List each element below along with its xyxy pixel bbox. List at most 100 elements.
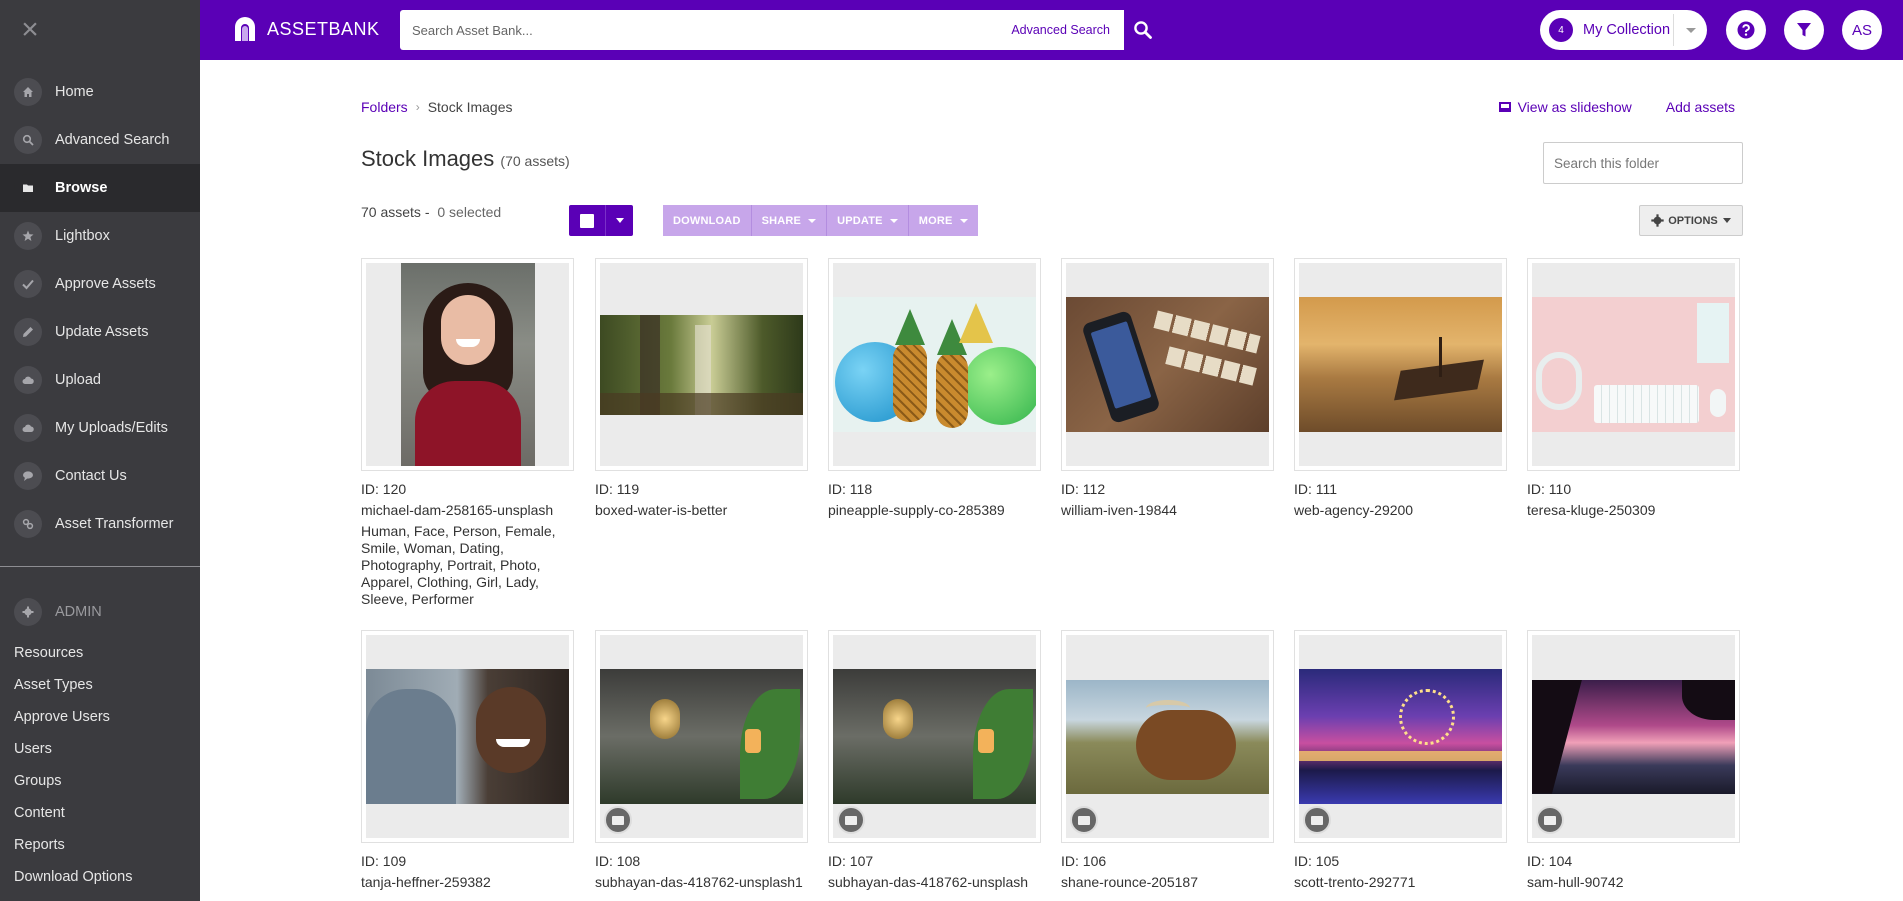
share-button[interactable]: SHARE bbox=[751, 205, 828, 236]
update-button[interactable]: UPDATE bbox=[827, 205, 909, 236]
asset-thumbnail[interactable] bbox=[1294, 630, 1507, 843]
asset-card: ID: 120 michael-dam-258165-unsplash Huma… bbox=[361, 258, 574, 608]
video-icon bbox=[604, 806, 632, 834]
asset-filename[interactable]: tanja-heffner-259382 bbox=[361, 874, 574, 891]
more-label: MORE bbox=[918, 214, 953, 227]
video-icon bbox=[1303, 806, 1331, 834]
asset-thumbnail[interactable] bbox=[1294, 258, 1507, 471]
asset-thumbnail[interactable] bbox=[1527, 258, 1740, 471]
asset-filename[interactable]: web-agency-29200 bbox=[1294, 502, 1507, 519]
slideshow-icon bbox=[1498, 102, 1511, 112]
asset-filename[interactable]: subhayan-das-418762-unsplash bbox=[828, 874, 1041, 891]
asset-thumbnail[interactable] bbox=[828, 258, 1041, 471]
asset-id: ID: 111 bbox=[1294, 481, 1338, 497]
asset-id: ID: 110 bbox=[1527, 481, 1572, 497]
asset-id: ID: 105 bbox=[1294, 853, 1340, 869]
more-button[interactable]: MORE bbox=[908, 205, 978, 236]
help-button[interactable] bbox=[1726, 10, 1766, 50]
sidebar-item-asset-transformer[interactable]: Asset Transformer bbox=[0, 500, 200, 548]
add-assets-link[interactable]: Add assets bbox=[1666, 99, 1735, 115]
asset-filename[interactable]: michael-dam-258165-unsplash bbox=[361, 502, 574, 519]
folder-search-input[interactable] bbox=[1544, 144, 1731, 182]
asset-thumbnail[interactable] bbox=[595, 630, 808, 843]
asset-thumbnail[interactable] bbox=[361, 630, 574, 843]
my-collection-button[interactable]: 4 My Collection bbox=[1540, 10, 1707, 50]
sidebar-item-update-assets[interactable]: Update Assets bbox=[0, 308, 200, 356]
sidebar-item-home[interactable]: Home bbox=[0, 68, 200, 116]
sidebar-item-upload[interactable]: Upload bbox=[0, 356, 200, 404]
select-options-dropdown[interactable] bbox=[605, 205, 633, 236]
admin-link-users[interactable]: Users bbox=[14, 736, 133, 768]
breadcrumb-folders-link[interactable]: Folders bbox=[361, 99, 408, 115]
asset-thumbnail[interactable] bbox=[1527, 630, 1740, 843]
admin-link-asset-types[interactable]: Asset Types bbox=[14, 672, 133, 704]
asset-filename[interactable]: sam-hull-90742 bbox=[1527, 874, 1740, 891]
sidebar-item-lightbox[interactable]: Lightbox bbox=[0, 212, 200, 260]
asset-id: ID: 118 bbox=[828, 481, 873, 497]
search-submit-button[interactable] bbox=[1124, 10, 1162, 50]
sidebar: × Home Advanced Search Browse Lightbox A… bbox=[0, 0, 200, 901]
asset-card: ID: 112 william-iven-19844 bbox=[1061, 258, 1274, 519]
sidebar-item-label: Approve Assets bbox=[55, 276, 156, 292]
user-avatar-button[interactable]: AS bbox=[1842, 10, 1882, 50]
sidebar-item-contact-us[interactable]: Contact Us bbox=[0, 452, 200, 500]
chat-icon bbox=[14, 462, 42, 490]
view-slideshow-link[interactable]: View as slideshow bbox=[1498, 99, 1632, 115]
asset-id: ID: 120 bbox=[361, 481, 407, 497]
asset-tags: Human, Face, Person, Female, Smile, Woma… bbox=[361, 523, 556, 607]
chevron-down-icon bbox=[808, 218, 817, 223]
advanced-search-link[interactable]: Advanced Search bbox=[1011, 23, 1110, 37]
help-icon bbox=[1737, 21, 1755, 39]
asset-thumbnail[interactable] bbox=[1061, 258, 1274, 471]
assetbank-logo-icon bbox=[235, 17, 255, 41]
select-all-checkbox[interactable] bbox=[569, 205, 605, 236]
asset-filename[interactable]: william-iven-19844 bbox=[1061, 502, 1274, 519]
folder-asset-count: (70 assets) bbox=[500, 153, 570, 169]
admin-title: ADMIN bbox=[55, 604, 102, 620]
pencil-icon bbox=[14, 318, 42, 346]
asset-card: ID: 107 subhayan-das-418762-unsplash bbox=[828, 630, 1041, 891]
collection-count-badge: 4 bbox=[1549, 18, 1573, 42]
admin-link-approve-users[interactable]: Approve Users bbox=[14, 704, 133, 736]
admin-link-groups[interactable]: Groups bbox=[14, 768, 133, 800]
options-label: OPTIONS bbox=[1668, 214, 1718, 227]
options-button[interactable]: OPTIONS bbox=[1639, 205, 1743, 236]
asset-id: ID: 106 bbox=[1061, 853, 1107, 869]
asset-thumbnail[interactable] bbox=[1061, 630, 1274, 843]
asset-thumbnail[interactable] bbox=[361, 258, 574, 471]
asset-filename[interactable]: scott-trento-292771 bbox=[1294, 874, 1507, 891]
gear-icon bbox=[14, 598, 42, 626]
download-button[interactable]: DOWNLOAD bbox=[663, 205, 752, 236]
admin-link-content[interactable]: Content bbox=[14, 800, 133, 832]
asset-thumbnail[interactable] bbox=[828, 630, 1041, 843]
sidebar-item-label: Upload bbox=[55, 372, 101, 388]
total-assets: 70 assets - bbox=[361, 204, 430, 220]
asset-filename[interactable]: subhayan-das-418762-unsplash1 bbox=[595, 874, 808, 891]
breadcrumb-current: Stock Images bbox=[427, 99, 513, 115]
page-title: Stock Images (70 assets) bbox=[361, 146, 570, 172]
sidebar-item-browse[interactable]: Browse bbox=[0, 164, 200, 212]
admin-link-download-options[interactable]: Download Options bbox=[14, 864, 133, 896]
chevron-down-icon bbox=[1685, 27, 1696, 33]
sidebar-item-approve-assets[interactable]: Approve Assets bbox=[0, 260, 200, 308]
admin-link-reports[interactable]: Reports bbox=[14, 832, 133, 864]
admin-link-resources[interactable]: Resources bbox=[14, 640, 133, 672]
video-icon bbox=[1070, 806, 1098, 834]
close-sidebar-icon[interactable]: × bbox=[18, 15, 42, 45]
collection-dropdown-toggle[interactable] bbox=[1673, 14, 1707, 46]
admin-heading: ADMIN bbox=[14, 598, 102, 626]
search-input[interactable] bbox=[400, 10, 1012, 50]
filter-button[interactable] bbox=[1784, 10, 1824, 50]
folder-actions: View as slideshow Add assets bbox=[1498, 99, 1735, 115]
asset-filename[interactable]: pineapple-supply-co-285389 bbox=[828, 502, 1041, 519]
selected-count: 0 selected bbox=[437, 204, 502, 220]
sidebar-item-advanced-search[interactable]: Advanced Search bbox=[0, 116, 200, 164]
asset-filename[interactable]: shane-rounce-205187 bbox=[1061, 874, 1274, 891]
asset-filename[interactable]: teresa-kluge-250309 bbox=[1527, 502, 1740, 519]
asset-thumbnail[interactable] bbox=[595, 258, 808, 471]
check-icon bbox=[14, 270, 42, 298]
share-label: SHARE bbox=[761, 214, 802, 227]
sidebar-item-my-uploads[interactable]: My Uploads/Edits bbox=[0, 404, 200, 452]
asset-filename[interactable]: boxed-water-is-better bbox=[595, 502, 808, 519]
app-logo[interactable]: ASSETBANK bbox=[232, 15, 380, 43]
